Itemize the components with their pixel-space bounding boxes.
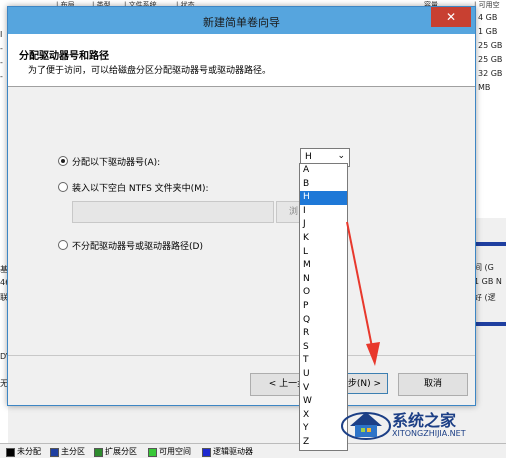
capacity-value: 1 GB <box>478 27 498 36</box>
dropdown-option[interactable]: S <box>300 341 347 355</box>
volume-label[interactable]: 间 (G <box>474 262 506 273</box>
radio-no-assign[interactable]: 不分配驱动器号或驱动器路径(D) <box>58 239 203 252</box>
dropdown-option[interactable]: R <box>300 327 347 341</box>
volume-name: - <box>0 58 3 67</box>
radio-mount-folder[interactable]: 装入以下空白 NTFS 文件夹中(M): <box>58 181 209 194</box>
wizard-header: 分配驱动器号和路径 为了便于访问，可以给磁盘分区分配驱动器号或驱动器路径。 <box>8 34 475 87</box>
page-subtitle: 为了便于访问，可以给磁盘分区分配驱动器号或驱动器路径。 <box>28 66 272 76</box>
dropdown-option[interactable]: B <box>300 178 347 192</box>
legend-label: 未分配 <box>17 447 41 456</box>
legend-label: 可用空间 <box>159 447 191 456</box>
site-watermark: 系统之家 XITONGZHIJIA.NET <box>340 404 506 444</box>
partition-bar <box>474 322 506 326</box>
new-simple-volume-wizard: 新建简单卷向导 ✕ 分配驱动器号和路径 为了便于访问，可以给磁盘分区分配驱动器号… <box>7 6 476 406</box>
radio-unselected-icon[interactable] <box>58 182 68 192</box>
dropdown-option[interactable]: O <box>300 286 347 300</box>
legend-swatch-extended <box>94 448 103 457</box>
cancel-button[interactable]: 取消 <box>398 373 468 396</box>
dropdown-option[interactable]: J <box>300 218 347 232</box>
legend-label: 扩展分区 <box>105 447 137 456</box>
watermark-name: 系统之家 <box>392 411 457 430</box>
dropdown-option[interactable]: A <box>300 164 347 178</box>
legend-swatch-free <box>148 448 157 457</box>
dropdown-option[interactable]: N <box>300 273 347 287</box>
legend-label: 逻辑驱动器 <box>213 447 253 456</box>
legend-swatch-logical <box>202 448 211 457</box>
dialog-title: 新建简单卷向导 <box>203 16 280 29</box>
dropdown-option[interactable]: V <box>300 382 347 396</box>
dropdown-option[interactable]: I <box>300 205 347 219</box>
radio-label: 分配以下驱动器号(A): <box>72 158 161 168</box>
capacity-value: 25 GB <box>478 41 503 50</box>
legend-swatch-unallocated <box>6 448 15 457</box>
chevron-down-icon[interactable]: ⌄ <box>337 151 345 161</box>
volume-label[interactable]: 好 (逻 <box>474 292 506 303</box>
radio-unselected-icon[interactable] <box>58 240 68 250</box>
dialog-titlebar[interactable]: 新建简单卷向导 ✕ <box>8 7 475 34</box>
radio-assign-letter[interactable]: 分配以下驱动器号(A): <box>58 155 160 168</box>
dropdown-option[interactable]: L <box>300 246 347 260</box>
volume-label[interactable]: 1 GB N <box>474 277 506 286</box>
capacity-column: 4 GB 1 GB 25 GB 25 GB 32 GB MB <box>474 8 506 218</box>
radio-label: 不分配驱动器号或驱动器路径(D) <box>72 242 203 252</box>
dropdown-option[interactable]: M <box>300 259 347 273</box>
drive-letter-value: H <box>305 152 312 162</box>
house-logo-icon <box>341 412 391 440</box>
folder-path-input[interactable] <box>72 201 274 223</box>
legend-swatch-primary <box>50 448 59 457</box>
partition-bar <box>474 242 506 246</box>
dropdown-option[interactable]: U <box>300 368 347 382</box>
partition-legend: 未分配 主分区 扩展分区 可用空间 逻辑驱动器 <box>0 443 506 458</box>
dropdown-option[interactable]: P <box>300 300 347 314</box>
capacity-value: 4 GB <box>478 13 498 22</box>
watermark-url: XITONGZHIJIA.NET <box>392 429 466 438</box>
volume-name: I <box>0 30 3 39</box>
page-title: 分配驱动器号和路径 <box>19 51 109 62</box>
dropdown-option-selected[interactable]: H <box>300 191 347 205</box>
dropdown-option[interactable]: Q <box>300 314 347 328</box>
radio-selected-icon[interactable] <box>58 156 68 166</box>
capacity-value: MB <box>478 83 491 92</box>
close-icon[interactable]: ✕ <box>431 7 471 27</box>
dropdown-option[interactable]: T <box>300 354 347 368</box>
footer-divider <box>8 355 475 356</box>
capacity-value: 25 GB <box>478 55 503 64</box>
capacity-value: 32 GB <box>478 69 503 78</box>
legend-label: 主分区 <box>61 447 85 456</box>
radio-label: 装入以下空白 NTFS 文件夹中(M): <box>72 184 209 194</box>
volume-name: - <box>0 44 3 53</box>
volume-name: - <box>0 72 3 81</box>
dropdown-option[interactable]: K <box>300 232 347 246</box>
